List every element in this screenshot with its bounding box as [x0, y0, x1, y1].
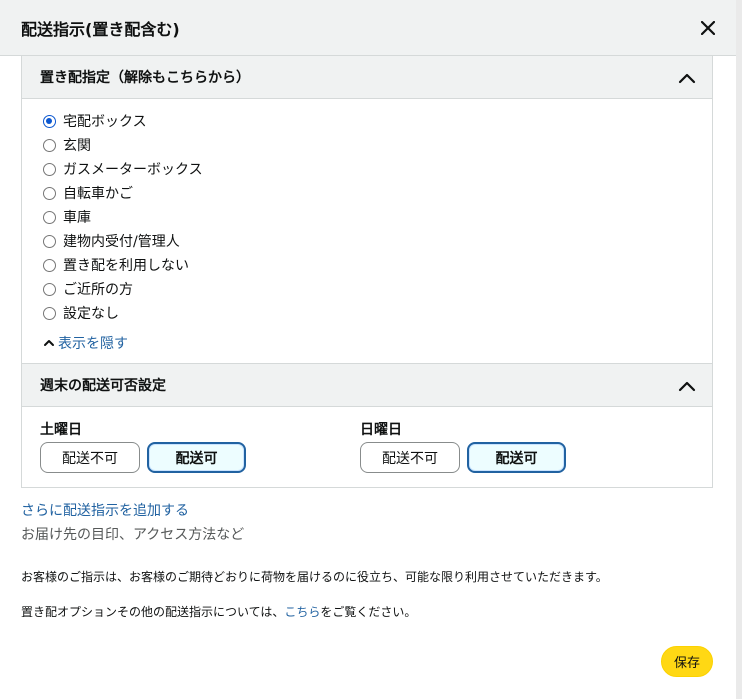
chevron-up-small-icon [44, 340, 54, 346]
options-note: 置き配オプションその他の配送指示については、こちらをご覧ください。 [21, 603, 416, 620]
save-button[interactable]: 保存 [661, 646, 713, 677]
close-button[interactable] [696, 16, 720, 40]
radio-button[interactable] [43, 234, 56, 248]
option-label: 置き配を利用しない [63, 258, 189, 274]
option-neighbor[interactable]: ご近所の方 [43, 277, 712, 301]
option-no-unattended[interactable]: 置き配を利用しない [43, 253, 712, 277]
close-icon [701, 21, 715, 35]
radio-button[interactable] [43, 138, 56, 152]
option-bicycle-basket[interactable]: 自転車かご [43, 181, 712, 205]
radio-button[interactable] [43, 306, 56, 320]
unattended-options: 宅配ボックス 玄関 ガスメーターボックス 自転車かご 車庫 建物内受付/管理人 [22, 99, 712, 353]
options-note-prefix: 置き配オプションその他の配送指示については、 [21, 605, 285, 619]
saturday-no-delivery-button[interactable]: 配送不可 [40, 442, 140, 473]
option-delivery-box[interactable]: 宅配ボックス [43, 109, 712, 133]
chevron-up-icon[interactable] [678, 69, 696, 87]
dialog-header: 配送指示(置き配含む) [0, 0, 736, 56]
option-label: ご近所の方 [63, 282, 133, 298]
option-garage[interactable]: 車庫 [43, 205, 712, 229]
radio-button[interactable] [43, 162, 56, 176]
saturday-toggle: 配送不可 配送可 [40, 442, 253, 473]
option-reception[interactable]: 建物内受付/管理人 [43, 229, 712, 253]
dialog-title: 配送指示(置き配含む) [21, 19, 180, 39]
option-gas-meter-box[interactable]: ガスメーターボックス [43, 157, 712, 181]
add-instructions-hint: お届け先の目印、アクセス方法など [21, 527, 245, 543]
option-none[interactable]: 設定なし [43, 301, 712, 325]
sunday-group: 日曜日 配送不可 配送可 [360, 419, 573, 473]
sunday-label: 日曜日 [360, 422, 402, 438]
radio-button[interactable] [43, 114, 56, 128]
option-entrance[interactable]: 玄関 [43, 133, 712, 157]
add-delivery-instructions-link[interactable]: さらに配送指示を追加する [21, 500, 189, 520]
option-label: 建物内受付/管理人 [63, 234, 180, 250]
delivery-instructions-dialog: 配送指示(置き配含む) 置き配指定（解除もこちらから） 宅配ボックス 玄関 ガス… [0, 0, 736, 699]
sunday-delivery-ok-button[interactable]: 配送可 [467, 442, 566, 473]
radio-button[interactable] [43, 282, 56, 296]
options-note-suffix: をご覧ください。 [320, 605, 417, 619]
sunday-no-delivery-button[interactable]: 配送不可 [360, 442, 460, 473]
usage-note: お客様のご指示は、お客様のご期待どおりに荷物を届けるのに役立ち、可能な限り利用さ… [21, 570, 608, 584]
weekend-section-header[interactable]: 週末の配送可否設定 [22, 364, 712, 407]
hide-options-link[interactable]: 表示を隠す [43, 333, 712, 353]
option-label: 設定なし [63, 306, 119, 322]
unattended-delivery-section: 置き配指定（解除もこちらから） 宅配ボックス 玄関 ガスメーターボックス 自転車… [21, 56, 713, 364]
weekend-delivery-section: 週末の配送可否設定 土曜日 配送不可 配送可 日曜日 配送不可 配送可 [21, 363, 713, 488]
saturday-label: 土曜日 [40, 422, 82, 438]
radio-button[interactable] [43, 210, 56, 224]
saturday-delivery-ok-button[interactable]: 配送可 [147, 442, 246, 473]
weekend-days: 土曜日 配送不可 配送可 日曜日 配送不可 配送可 [22, 407, 712, 488]
option-label: 玄関 [63, 138, 91, 154]
unattended-section-title: 置き配指定（解除もこちらから） [40, 70, 250, 86]
option-label: 自転車かご [63, 186, 133, 202]
here-link[interactable]: こちら [284, 605, 320, 619]
hide-options-label: 表示を隠す [58, 336, 128, 352]
weekend-section-title: 週末の配送可否設定 [40, 378, 166, 394]
unattended-section-header[interactable]: 置き配指定（解除もこちらから） [22, 56, 712, 99]
radio-button[interactable] [43, 186, 56, 200]
radio-button[interactable] [43, 258, 56, 272]
option-label: 車庫 [63, 210, 91, 226]
chevron-up-icon[interactable] [678, 377, 696, 395]
saturday-group: 土曜日 配送不可 配送可 [40, 419, 253, 473]
backdrop-strip [736, 0, 742, 699]
option-label: 宅配ボックス [63, 114, 147, 130]
option-label: ガスメーターボックス [63, 162, 203, 178]
sunday-toggle: 配送不可 配送可 [360, 442, 573, 473]
